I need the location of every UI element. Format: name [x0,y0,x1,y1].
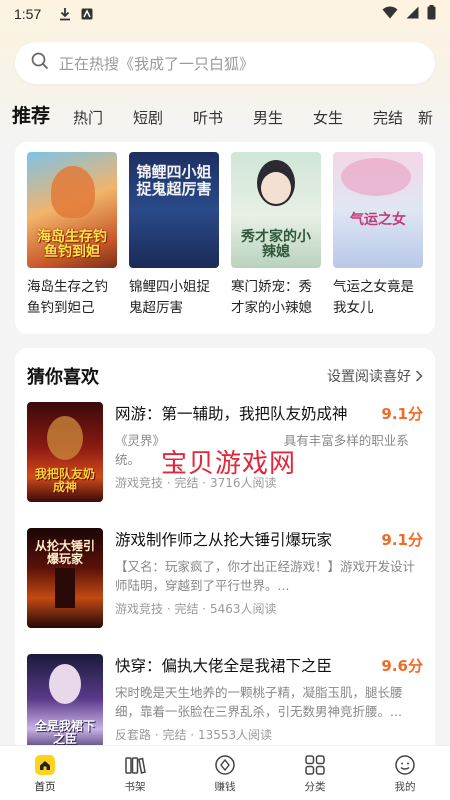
wifi-icon [382,6,398,23]
book-score: 9.6分 [381,657,423,675]
book-name: 快穿：偏执大佬全是我裙下之臣 [115,657,333,675]
recommend-card: 海岛生存钓鱼钓到妲 海岛生存之钓鱼钓到妲己 锦鲤四小姐捉鬼超厉害 锦鲤四小姐捉鬼… [15,142,435,334]
search-icon [31,52,49,74]
tab-female[interactable]: 女生 [298,107,358,128]
book-name: 游戏制作师之从抡大锤引爆玩家 [115,531,333,549]
cover-title: 海岛生存钓鱼钓到妲 [37,229,107,260]
book-meta: 游戏竞技 · 完结 · 5463人阅读 [115,602,277,616]
signal-icon [406,6,419,23]
search-placeholder: 正在热搜《我成了一只白狐》 [59,54,255,73]
tab-audiobook[interactable]: 听书 [178,107,238,128]
bookshelf-icon [123,753,147,777]
book-status: 完结 [162,728,187,742]
tab-new[interactable]: 新 [418,107,433,128]
book-cover: 气运之女 [333,152,423,268]
status-bar: 1:57 [0,0,450,28]
nav-label: 我的 [394,780,416,793]
home-icon [33,753,57,777]
book-status: 完结 [174,602,199,616]
tab-hot[interactable]: 热门 [58,107,118,128]
tab-male[interactable]: 男生 [238,107,298,128]
bottom-navigation: 首页 书架 赚钱 分类 我的 [0,745,450,800]
book-cover: 我把队友奶成神 [27,402,103,502]
book-description: 【又名：玩家疯了，你才出正经游戏！】游戏开发设计师陆明，穿越到了平行世界。... [115,559,416,593]
book-name: 网游：第一辅助，我把队友奶成神 [115,405,348,423]
book-title: 气运之女竟是我女儿 [333,279,414,316]
book-cover: 从抡大锤引爆玩家 [27,528,103,628]
book-list-item[interactable]: 从抡大锤引爆玩家 游戏制作师之从抡大锤引爆玩家 9.1分 【又名：玩家疯了，你才… [27,528,423,640]
book-description: 宋时晚是天生地养的一颗桃子精，凝脂玉肌，腿长腰细，靠着一张脸在三界乱杀，引无数男… [115,685,403,719]
book-score: 9.1分 [381,531,423,549]
status-time: 1:57 [14,6,42,22]
book-title: 海岛生存之钓鱼钓到妲己 [27,279,108,316]
tab-recommend[interactable]: 推荐 [12,101,58,128]
category-icon [303,753,327,777]
nav-profile[interactable]: 我的 [360,746,450,800]
book-category: 游戏竞技 [115,476,164,490]
cover-title: 气运之女 [350,212,406,228]
nav-label: 赚钱 [214,780,236,793]
book-cover: 全是我裙下之臣 [27,654,103,748]
tab-completed[interactable]: 完结 [358,107,418,128]
book-readers: 5463人阅读 [209,602,277,616]
cover-title: 秀才家的小辣媳 [241,229,311,260]
chevron-right-icon [415,370,423,382]
cover-title: 锦鲤四小姐捉鬼超厉害 [136,163,212,198]
app-notification-icon [81,8,93,20]
nav-earn[interactable]: 赚钱 [180,746,270,800]
nav-category[interactable]: 分类 [270,746,360,800]
recommend-book[interactable]: 锦鲤四小姐捉鬼超厉害 锦鲤四小姐捉鬼超厉害 [129,152,219,319]
book-cover: 秀才家的小辣媳 [231,152,321,268]
coin-icon [213,753,237,777]
nav-label: 首页 [34,780,56,793]
guess-you-like-card: 猜你喜欢 设置阅读喜好 我把队友奶成神 网游：第一辅助，我把队友奶成神 9.1分… [15,348,435,748]
book-cover: 海岛生存钓鱼钓到妲 [27,152,117,268]
watermark: 宝贝游戏网 [161,449,297,479]
reading-preference-link[interactable]: 设置阅读喜好 [327,366,423,386]
section-title: 猜你喜欢 [27,367,99,388]
download-icon [59,7,71,21]
recommend-book[interactable]: 秀才家的小辣媳 寒门娇宠：秀才家的小辣媳 [231,152,321,319]
search-bar[interactable]: 正在热搜《我成了一只白狐》 [15,42,435,84]
book-meta: 反套路 · 完结 · 13553人阅读 [115,728,273,742]
nav-label: 分类 [304,780,326,793]
book-title: 锦鲤四小姐捉鬼超厉害 [129,279,210,316]
recommend-book[interactable]: 气运之女 气运之女竟是我女儿 [333,152,423,319]
battery-icon [427,4,436,24]
nav-bookshelf[interactable]: 书架 [90,746,180,800]
nav-home[interactable]: 首页 [0,746,90,800]
cover-title: 从抡大锤引爆玩家 [34,539,95,566]
book-readers: 13553人阅读 [197,728,273,742]
profile-icon [393,753,417,777]
recommend-book[interactable]: 海岛生存钓鱼钓到妲 海岛生存之钓鱼钓到妲己 [27,152,117,319]
tab-short-drama[interactable]: 短剧 [118,107,178,128]
nav-label: 书架 [124,780,146,793]
book-score: 9.1分 [381,405,423,423]
book-title: 寒门娇宠：秀才家的小辣媳 [231,279,312,316]
cover-title: 我把队友奶成神 [34,467,95,494]
category-tabs: 推荐 热门 短剧 听书 男生 女生 完结 新 [0,96,450,128]
book-cover: 锦鲤四小姐捉鬼超厉害 [129,152,219,268]
preference-label: 设置阅读喜好 [327,369,411,385]
cover-title: 全是我裙下之臣 [34,719,95,746]
book-category: 游戏竞技 [115,602,164,616]
book-category: 反套路 [115,728,152,742]
book-list-item[interactable]: 全是我裙下之臣 快穿：偏执大佬全是我裙下之臣 9.6分 宋时晚是天生地养的一颗桃… [27,654,423,748]
